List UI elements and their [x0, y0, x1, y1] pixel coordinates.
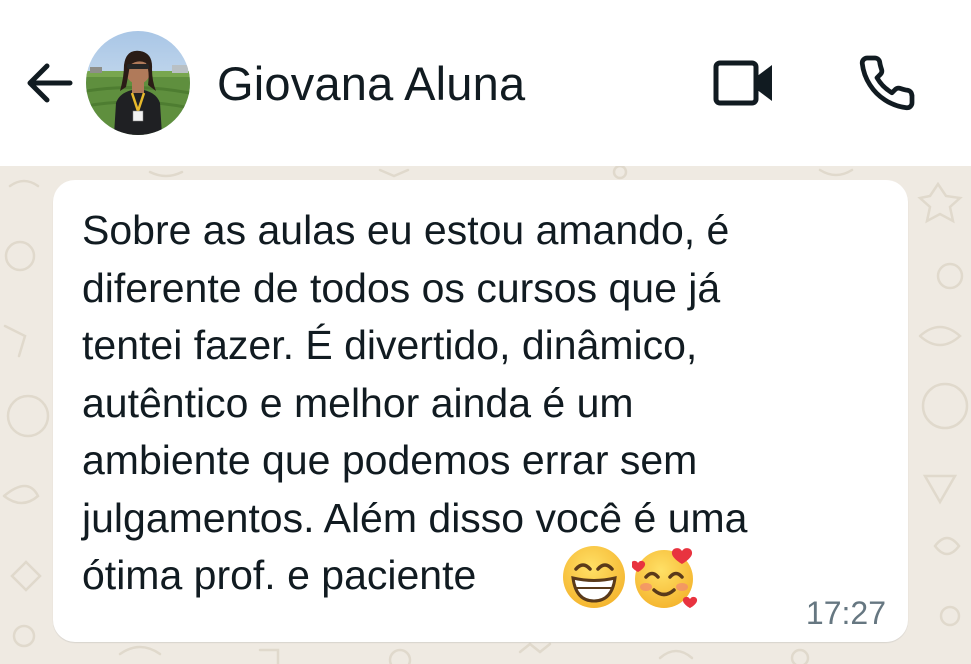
message-emojis	[560, 543, 700, 611]
grinning-face-emoji	[563, 546, 625, 608]
voice-call-button[interactable]	[852, 50, 922, 116]
back-button[interactable]	[18, 52, 80, 114]
message-text: Sobre as aulas eu estou amando, é difere…	[82, 207, 748, 598]
chat-screen: Giovana Aluna Sobre as aulas eu estou am…	[0, 0, 971, 664]
video-call-button[interactable]	[708, 52, 780, 114]
phone-icon	[859, 55, 915, 111]
video-camera-icon	[713, 60, 772, 106]
chat-header: Giovana Aluna	[0, 0, 971, 166]
arrow-left-icon	[27, 63, 73, 103]
contact-name[interactable]: Giovana Aluna	[217, 56, 525, 112]
chat-area[interactable]: Sobre as aulas eu estou amando, é difere…	[0, 166, 971, 664]
message-timestamp: 17:27	[805, 595, 886, 631]
message-bubble[interactable]: Sobre as aulas eu estou amando, é difere…	[53, 180, 908, 642]
avatar-photo	[86, 31, 190, 135]
contact-avatar[interactable]	[86, 31, 190, 135]
smiling-face-with-hearts-emoji	[632, 548, 698, 608]
